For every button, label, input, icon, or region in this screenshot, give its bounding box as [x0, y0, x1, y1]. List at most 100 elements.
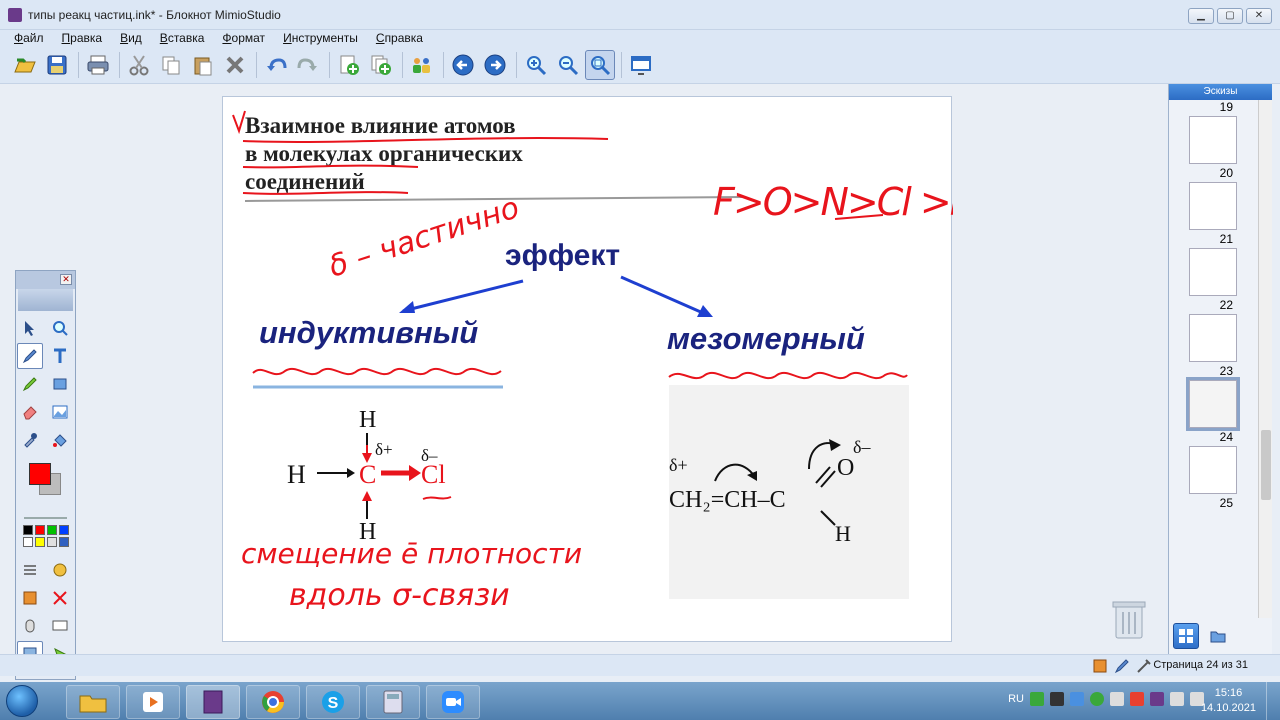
users-icon[interactable]	[407, 50, 437, 80]
save-icon[interactable]	[42, 50, 72, 80]
zoom-in-icon[interactable]	[521, 50, 551, 80]
menu-insert[interactable]: Вставка	[160, 31, 205, 45]
select-tool-icon[interactable]	[17, 315, 43, 341]
swatch-dark-blue[interactable]	[58, 537, 69, 547]
duplicate-page-icon[interactable]	[366, 50, 396, 80]
zoom-fit-icon[interactable]	[585, 49, 615, 80]
tray-mimio-icon[interactable]	[1150, 692, 1164, 706]
thumb-number-20: 20	[1219, 166, 1233, 180]
mouse-icon[interactable]	[17, 613, 43, 639]
tray-check-icon[interactable]	[1030, 692, 1044, 706]
palette-close-icon[interactable]: ✕	[60, 274, 72, 285]
thumbnails-view-icon[interactable]	[1173, 623, 1199, 649]
zoom-out-icon[interactable]	[553, 50, 583, 80]
thumbnail-25[interactable]	[1189, 446, 1237, 494]
mimio-taskbar-icon[interactable]	[186, 685, 240, 719]
zoom-tool-icon[interactable]	[47, 315, 73, 341]
foreground-color-swatch[interactable]	[28, 463, 51, 485]
pen-tool-icon[interactable]	[16, 343, 43, 369]
menu-edit[interactable]: Правка	[62, 31, 103, 45]
thumbnails-panel: Эскизы 19 20 21 22 23 24 25	[1168, 84, 1272, 654]
menu-tools[interactable]: Инструменты	[283, 31, 358, 45]
tray-volume-icon[interactable]	[1110, 692, 1124, 706]
thumbnail-list: 19 20 21 22 23 24 25	[1169, 100, 1257, 618]
menu-help[interactable]: Справка	[376, 31, 423, 45]
maximize-button[interactable]: ▢	[1217, 8, 1243, 24]
image-tool-icon[interactable]	[47, 399, 73, 425]
text-tool-icon[interactable]	[47, 343, 73, 369]
new-page-icon[interactable]	[334, 50, 364, 80]
undo-icon[interactable]	[261, 50, 291, 80]
fill-tool-icon[interactable]	[47, 427, 73, 453]
tray-flag-icon[interactable]	[1130, 692, 1144, 706]
tray-security-icon[interactable]	[1090, 692, 1104, 706]
status-pen-icon[interactable]	[1114, 658, 1130, 674]
thumbnail-20[interactable]	[1189, 116, 1237, 164]
language-indicator[interactable]: RU	[1008, 693, 1024, 705]
minimize-button[interactable]: ▁	[1188, 8, 1214, 24]
line-style-icon[interactable]	[17, 557, 43, 583]
print-icon[interactable]	[83, 50, 113, 80]
thumbnail-24[interactable]	[1186, 377, 1240, 431]
thumbnails-scrollbar[interactable]	[1258, 100, 1272, 618]
delete-icon[interactable]	[220, 50, 250, 80]
eraser-icon[interactable]	[17, 399, 43, 425]
tray-pen-icon[interactable]	[1170, 692, 1184, 706]
thumbnail-23[interactable]	[1189, 314, 1237, 362]
forward-icon[interactable]	[480, 50, 510, 80]
trash-icon[interactable]	[1112, 598, 1146, 640]
tray-network-icon[interactable]	[1070, 692, 1084, 706]
status-record-icon[interactable]	[1092, 658, 1108, 674]
line-width-slider[interactable]	[24, 505, 67, 519]
swatch-red[interactable]	[34, 525, 45, 535]
media-player-taskbar-icon[interactable]	[126, 685, 180, 719]
menu-view[interactable]: Вид	[120, 31, 142, 45]
ink-wave-inductive	[252, 368, 502, 376]
calculator-taskbar-icon[interactable]	[366, 685, 420, 719]
thumbnail-21[interactable]	[1189, 182, 1237, 230]
swatch-white[interactable]	[22, 537, 33, 547]
chrome-taskbar-icon[interactable]	[246, 685, 300, 719]
color-selector[interactable]	[25, 461, 67, 501]
thumbnail-22[interactable]	[1189, 248, 1237, 296]
tools-palette[interactable]: ✕	[15, 270, 76, 680]
show-desktop-button[interactable]	[1266, 682, 1280, 720]
zoom-taskbar-icon[interactable]	[426, 685, 480, 719]
paste-icon[interactable]	[188, 50, 218, 80]
highlighter-icon[interactable]	[17, 371, 43, 397]
redo-icon[interactable]	[293, 50, 323, 80]
menu-file[interactable]: Файл	[14, 31, 44, 45]
swatch-blue[interactable]	[58, 525, 69, 535]
tools-icon[interactable]	[47, 585, 73, 611]
clock[interactable]: 15:16 14.10.2021	[1201, 686, 1256, 716]
arrow-to-inductive	[402, 279, 524, 313]
start-button[interactable]	[6, 685, 38, 717]
scrollbar-thumb[interactable]	[1261, 430, 1271, 500]
swatch-green[interactable]	[46, 525, 57, 535]
explorer-taskbar-icon[interactable]	[66, 685, 120, 719]
palette-header[interactable]: ✕	[16, 271, 75, 289]
swatch-light-gray[interactable]	[46, 537, 57, 547]
taskbar: S RU 15:16 14.10.2021	[0, 682, 1280, 720]
swatch-black[interactable]	[22, 525, 33, 535]
status-tools-icon[interactable]	[1136, 658, 1152, 674]
screen-icon[interactable]	[626, 50, 656, 80]
skype-taskbar-icon[interactable]: S	[306, 685, 360, 719]
notebook-page[interactable]: Взаимное влияние атомов в молекулах орга…	[222, 96, 953, 642]
shape-tool-icon[interactable]	[47, 371, 73, 397]
open-icon[interactable]	[10, 50, 40, 80]
menu-format[interactable]: Формат	[222, 31, 265, 45]
folder-view-icon[interactable]	[1205, 623, 1231, 649]
ink-arrow-up	[362, 491, 372, 501]
gallery-icon[interactable]	[47, 557, 73, 583]
eyedropper-icon[interactable]	[17, 427, 43, 453]
tray-monitor-icon[interactable]	[1050, 692, 1064, 706]
close-button[interactable]: ✕	[1246, 8, 1272, 24]
cut-icon[interactable]	[124, 50, 154, 80]
recorder-icon[interactable]	[17, 585, 43, 611]
thumb-number-23: 23	[1219, 364, 1233, 378]
swatch-yellow[interactable]	[34, 537, 45, 547]
copy-icon[interactable]	[156, 50, 186, 80]
screen-capture-icon[interactable]	[47, 613, 73, 639]
back-icon[interactable]	[448, 50, 478, 80]
